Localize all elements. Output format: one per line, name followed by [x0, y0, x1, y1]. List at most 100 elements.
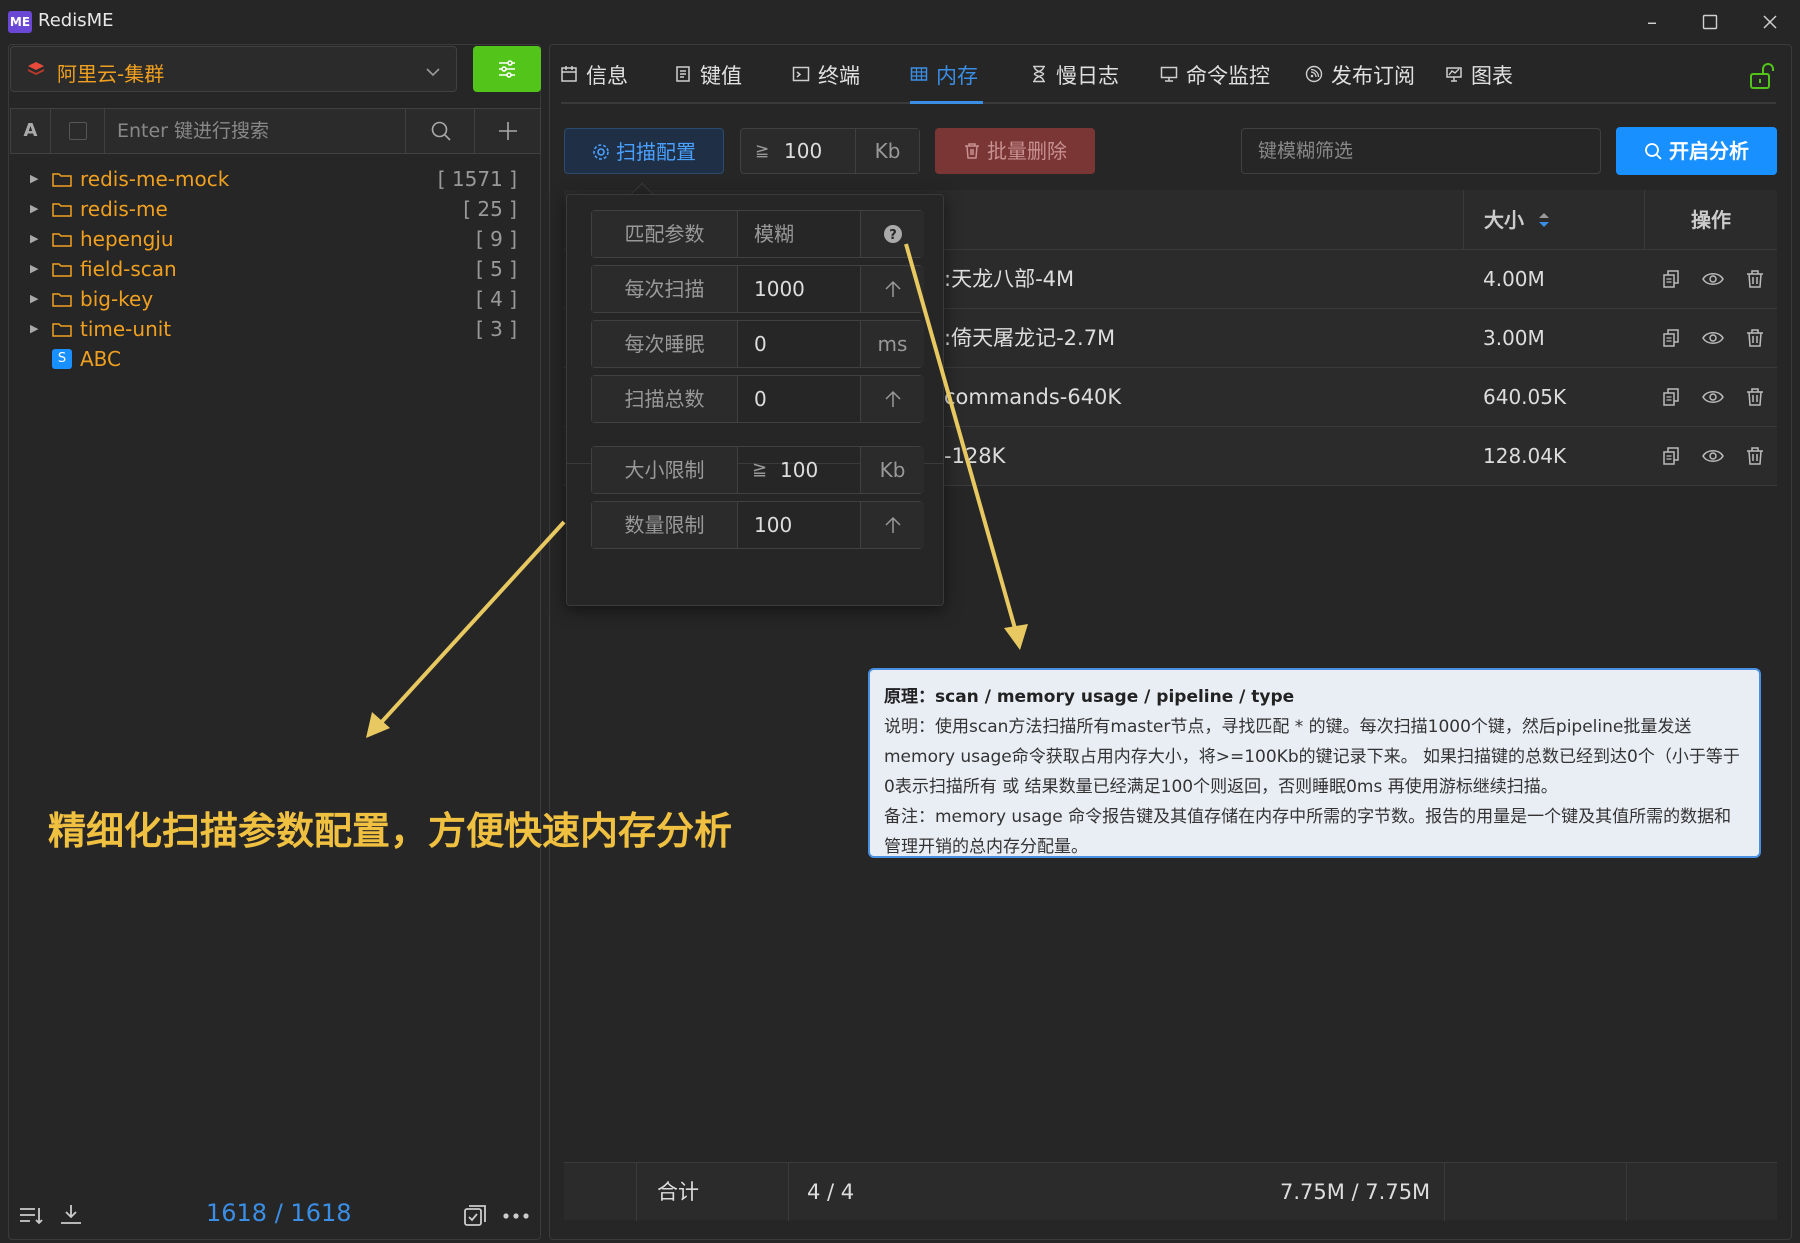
trash-icon[interactable]: [1745, 446, 1765, 466]
folder-icon: [52, 233, 72, 247]
tree-item-count: [ 5 ]: [475, 257, 517, 281]
param-label: 每次睡眠: [592, 321, 738, 367]
select-all-checkbox[interactable]: [51, 109, 105, 153]
search-type-toggle[interactable]: A: [11, 109, 51, 153]
copy-icon[interactable]: [1661, 387, 1681, 407]
multi-select-icon[interactable]: [462, 1203, 488, 1229]
tab-6[interactable]: 命令监控: [1160, 56, 1270, 96]
param-value[interactable]: 0: [754, 321, 767, 367]
scan-config-popover: 匹配参数 模糊? 每次扫描 1000 每次睡眠 0 ms 扫描总数 0 大小限制 ≧ 100 Kb 数量限…: [566, 194, 944, 606]
trash-icon[interactable]: [1745, 328, 1765, 348]
eye-icon[interactable]: [1702, 328, 1724, 348]
eye-icon[interactable]: [1702, 446, 1724, 466]
tab-5[interactable]: 慢日志: [1030, 56, 1119, 96]
unlock-icon[interactable]: [1748, 62, 1776, 90]
batch-delete-button[interactable]: 批量删除: [935, 128, 1095, 174]
tab-8[interactable]: 图表: [1445, 56, 1513, 96]
close-button[interactable]: [1750, 8, 1790, 36]
key-filter-input[interactable]: [1241, 128, 1601, 174]
download-icon[interactable]: [58, 1202, 84, 1228]
copy-icon[interactable]: [1661, 269, 1681, 289]
folder-icon: [52, 203, 72, 217]
caret-right-icon[interactable]: ▶: [30, 254, 38, 284]
param-value[interactable]: 1000: [754, 266, 805, 312]
copy-icon[interactable]: [1661, 446, 1681, 466]
tree-item[interactable]: ▶ redis-me [ 25 ]: [20, 194, 525, 224]
more-icon[interactable]: [502, 1203, 530, 1229]
sort-icon[interactable]: [18, 1203, 44, 1229]
tab-7[interactable]: 发布订阅: [1305, 56, 1415, 96]
tab-2[interactable]: 键值: [674, 56, 742, 96]
help-button[interactable]: ?: [860, 211, 924, 257]
key-name[interactable]: :倚天屠龙记-2.7M: [944, 309, 1115, 368]
arrow-up-icon: [884, 390, 901, 407]
stepper-button[interactable]: [860, 376, 924, 422]
param-unit: ms: [860, 321, 924, 367]
connection-select[interactable]: 阿里云-集群: [10, 46, 457, 92]
minimize-button[interactable]: –: [1632, 8, 1672, 36]
batch-delete-label: 批量删除: [987, 139, 1067, 163]
tab-4[interactable]: 内存: [910, 56, 978, 96]
param-value[interactable]: 模糊: [754, 211, 794, 257]
tree-item[interactable]: S ABC: [20, 344, 525, 374]
chart-icon: [1445, 58, 1465, 98]
row-actions: [1644, 250, 1777, 309]
start-analysis-label: 开启分析: [1669, 139, 1749, 163]
tree-item[interactable]: ▶ hepengju [ 9 ]: [20, 224, 525, 254]
param-label: 匹配参数: [592, 211, 738, 257]
calendar-icon: [560, 58, 580, 98]
stepper-button[interactable]: [860, 502, 924, 548]
tree-item[interactable]: ▶ big-key [ 4 ]: [20, 284, 525, 314]
tree-item-count: [ 4 ]: [475, 287, 517, 311]
scan-config-button[interactable]: 扫描配置: [564, 128, 724, 174]
search-button[interactable]: [405, 109, 475, 153]
tab-1[interactable]: 信息: [560, 56, 628, 96]
hourglass-icon: [1030, 58, 1050, 98]
caret-right-icon[interactable]: ▶: [30, 314, 38, 344]
sort-icon: [1538, 213, 1549, 227]
key-count: 1618 / 1618: [206, 1199, 352, 1227]
tab-label: 键值: [700, 64, 742, 88]
size-column-header[interactable]: 大小: [1463, 190, 1644, 250]
caret-right-icon[interactable]: ▶: [30, 194, 38, 224]
start-analysis-button[interactable]: 开启分析: [1616, 127, 1777, 175]
param-label: 数量限制: [592, 502, 738, 548]
eye-icon[interactable]: [1702, 269, 1724, 289]
connection-settings-button[interactable]: [473, 46, 541, 92]
tree-item-name: redis-me: [80, 197, 168, 221]
caret-right-icon[interactable]: ▶: [30, 224, 38, 254]
folder-icon: [52, 323, 72, 337]
tree-item-name: big-key: [80, 287, 154, 311]
caret-right-icon[interactable]: ▶: [30, 164, 38, 194]
maximize-icon: [1702, 14, 1718, 30]
key-name[interactable]: -128K: [944, 427, 1005, 486]
active-tab-indicator: [910, 101, 983, 104]
table-footer: 合计 4 / 4 7.75M / 7.75M: [564, 1162, 1777, 1221]
scan-param-row: 扫描总数 0: [591, 375, 924, 423]
tab-3[interactable]: 终端: [792, 56, 860, 96]
tree-item-count: [ 1571 ]: [437, 167, 517, 191]
param-value[interactable]: 100: [780, 447, 818, 493]
eye-icon[interactable]: [1702, 387, 1724, 407]
caret-right-icon[interactable]: ▶: [30, 284, 38, 314]
search-input[interactable]: [105, 109, 405, 153]
size-value[interactable]: 100: [784, 129, 822, 173]
scan-param-row: 大小限制 ≧ 100 Kb: [591, 446, 924, 494]
stepper-button[interactable]: [860, 266, 924, 312]
search-icon: [1645, 143, 1662, 160]
param-value[interactable]: 100: [754, 502, 792, 548]
key-search-bar: A: [10, 108, 541, 154]
size-threshold-input[interactable]: ≧ 100 Kb: [740, 128, 920, 174]
tree-item[interactable]: ▶ time-unit [ 3 ]: [20, 314, 525, 344]
add-key-button[interactable]: [475, 109, 541, 153]
tree-item[interactable]: ▶ field-scan [ 5 ]: [20, 254, 525, 284]
trash-icon[interactable]: [1745, 269, 1765, 289]
param-value[interactable]: 0: [754, 376, 767, 422]
tree-item[interactable]: ▶ redis-me-mock [ 1571 ]: [20, 164, 525, 194]
key-name[interactable]: commands-640K: [944, 368, 1121, 427]
trash-icon[interactable]: [1745, 387, 1765, 407]
trash-icon: [965, 143, 979, 159]
key-name[interactable]: :天龙八部-4M: [944, 250, 1074, 309]
copy-icon[interactable]: [1661, 328, 1681, 348]
maximize-button[interactable]: [1690, 8, 1730, 36]
